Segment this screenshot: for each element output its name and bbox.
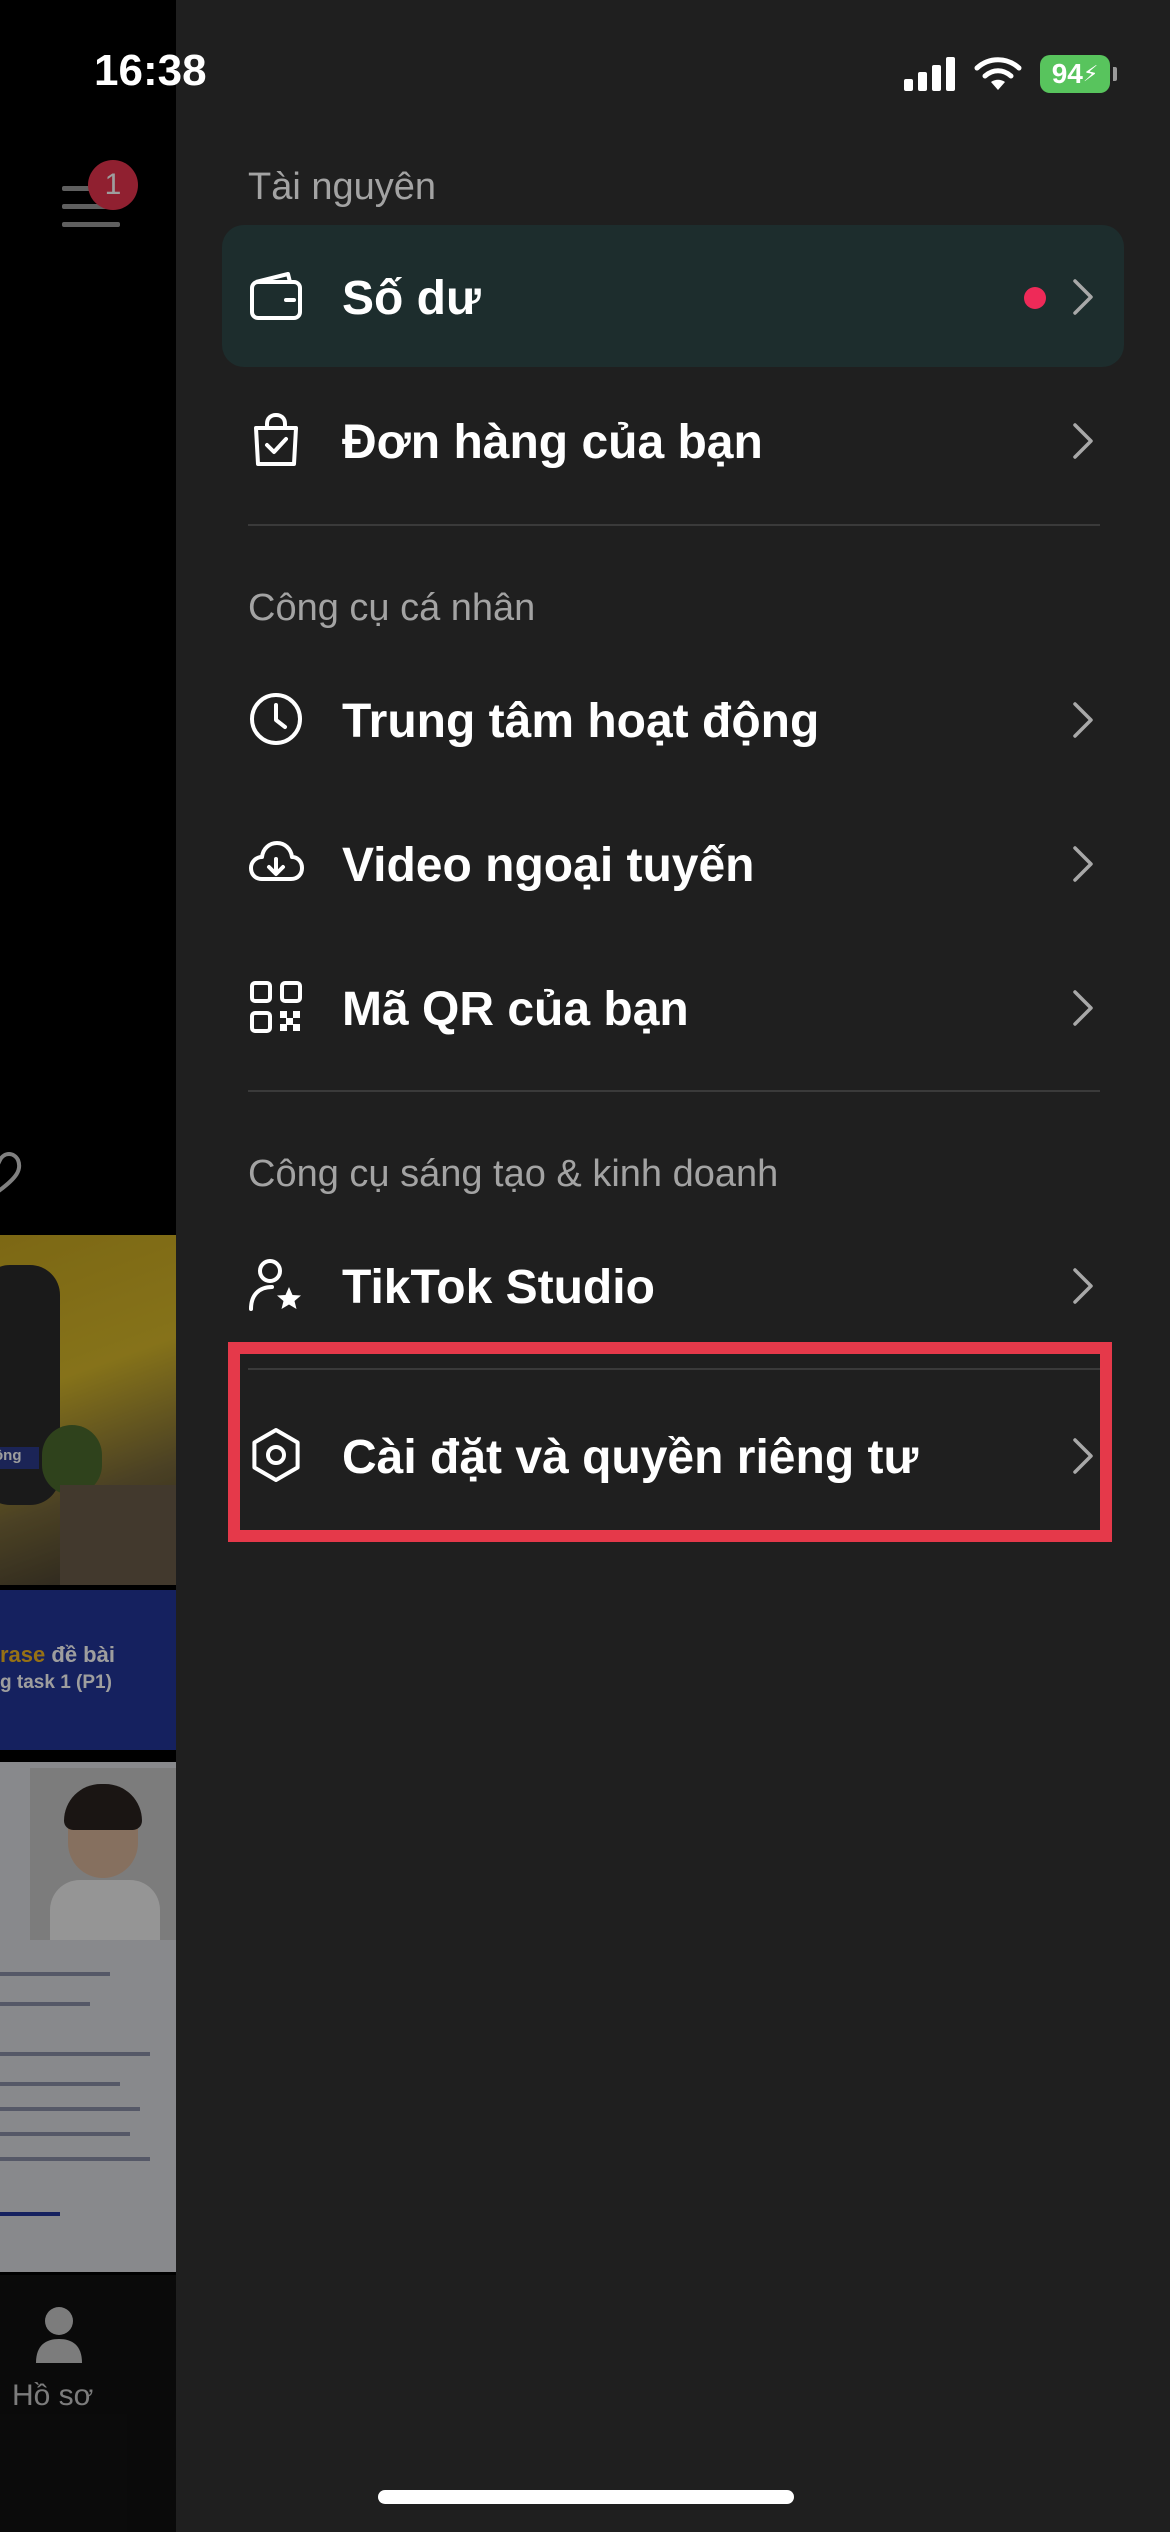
chevron-right-icon bbox=[1073, 1268, 1093, 1304]
menu-item-label: TikTok Studio bbox=[342, 1261, 655, 1314]
cellular-signal-icon bbox=[904, 57, 955, 91]
menu-item-qr-code[interactable]: Mã QR của bạn bbox=[222, 936, 1124, 1078]
divider bbox=[248, 1090, 1100, 1092]
chevron-right-icon bbox=[1073, 990, 1093, 1026]
background-app: 1 ông rase đề bài g task 1 (P1) Hồ sơ bbox=[0, 0, 176, 2532]
menu-item-offline-videos[interactable]: Video ngoại tuyến bbox=[222, 792, 1124, 934]
dim-overlay[interactable] bbox=[0, 0, 176, 2532]
chevron-right-icon bbox=[1073, 702, 1093, 738]
status-icons: 94 ⚡ bbox=[904, 52, 1117, 96]
menu-item-label: Video ngoại tuyến bbox=[342, 839, 755, 892]
status-time: 16:38 bbox=[94, 46, 207, 95]
side-drawer: Tài nguyên Số dư Đơn hàng của bạn Công c… bbox=[176, 0, 1170, 2532]
shopping-bag-icon bbox=[254, 412, 298, 466]
creator-star-icon bbox=[249, 1259, 301, 1311]
wallet-icon bbox=[250, 272, 302, 320]
wifi-icon bbox=[974, 57, 1022, 90]
menu-item-orders[interactable]: Đơn hàng của bạn bbox=[222, 369, 1124, 511]
chevron-right-icon bbox=[1073, 279, 1093, 315]
menu-item-tiktok-studio[interactable]: TikTok Studio bbox=[222, 1214, 1124, 1356]
chevron-right-icon bbox=[1073, 423, 1093, 459]
menu-item-label: Đơn hàng của bạn bbox=[342, 416, 763, 469]
menu-item-activity-center[interactable]: Trung tâm hoạt động bbox=[222, 648, 1124, 790]
battery-level: 94 bbox=[1051, 58, 1083, 89]
clock-icon bbox=[250, 693, 302, 745]
menu-item-label: Số dư bbox=[342, 272, 481, 325]
section-title-creator-business-tools: Công cụ sáng tạo & kinh doanh bbox=[248, 1153, 779, 1195]
menu-item-label: Trung tâm hoạt động bbox=[342, 695, 820, 748]
qr-code-icon bbox=[250, 981, 302, 1033]
menu-item-label: Mã QR của bạn bbox=[342, 983, 689, 1036]
cloud-download-icon bbox=[249, 841, 304, 881]
chevron-right-icon bbox=[1073, 846, 1093, 882]
section-title-personal-tools: Công cụ cá nhân bbox=[248, 587, 536, 629]
highlight-annotation-box bbox=[228, 1342, 1112, 1542]
notification-dot bbox=[1024, 287, 1046, 309]
menu-item-balance[interactable]: Số dư bbox=[222, 225, 1124, 367]
battery-icon: 94 ⚡ bbox=[1040, 55, 1117, 93]
section-title-resources: Tài nguyên bbox=[248, 166, 437, 208]
home-indicator[interactable] bbox=[378, 2490, 794, 2504]
divider bbox=[248, 524, 1100, 526]
